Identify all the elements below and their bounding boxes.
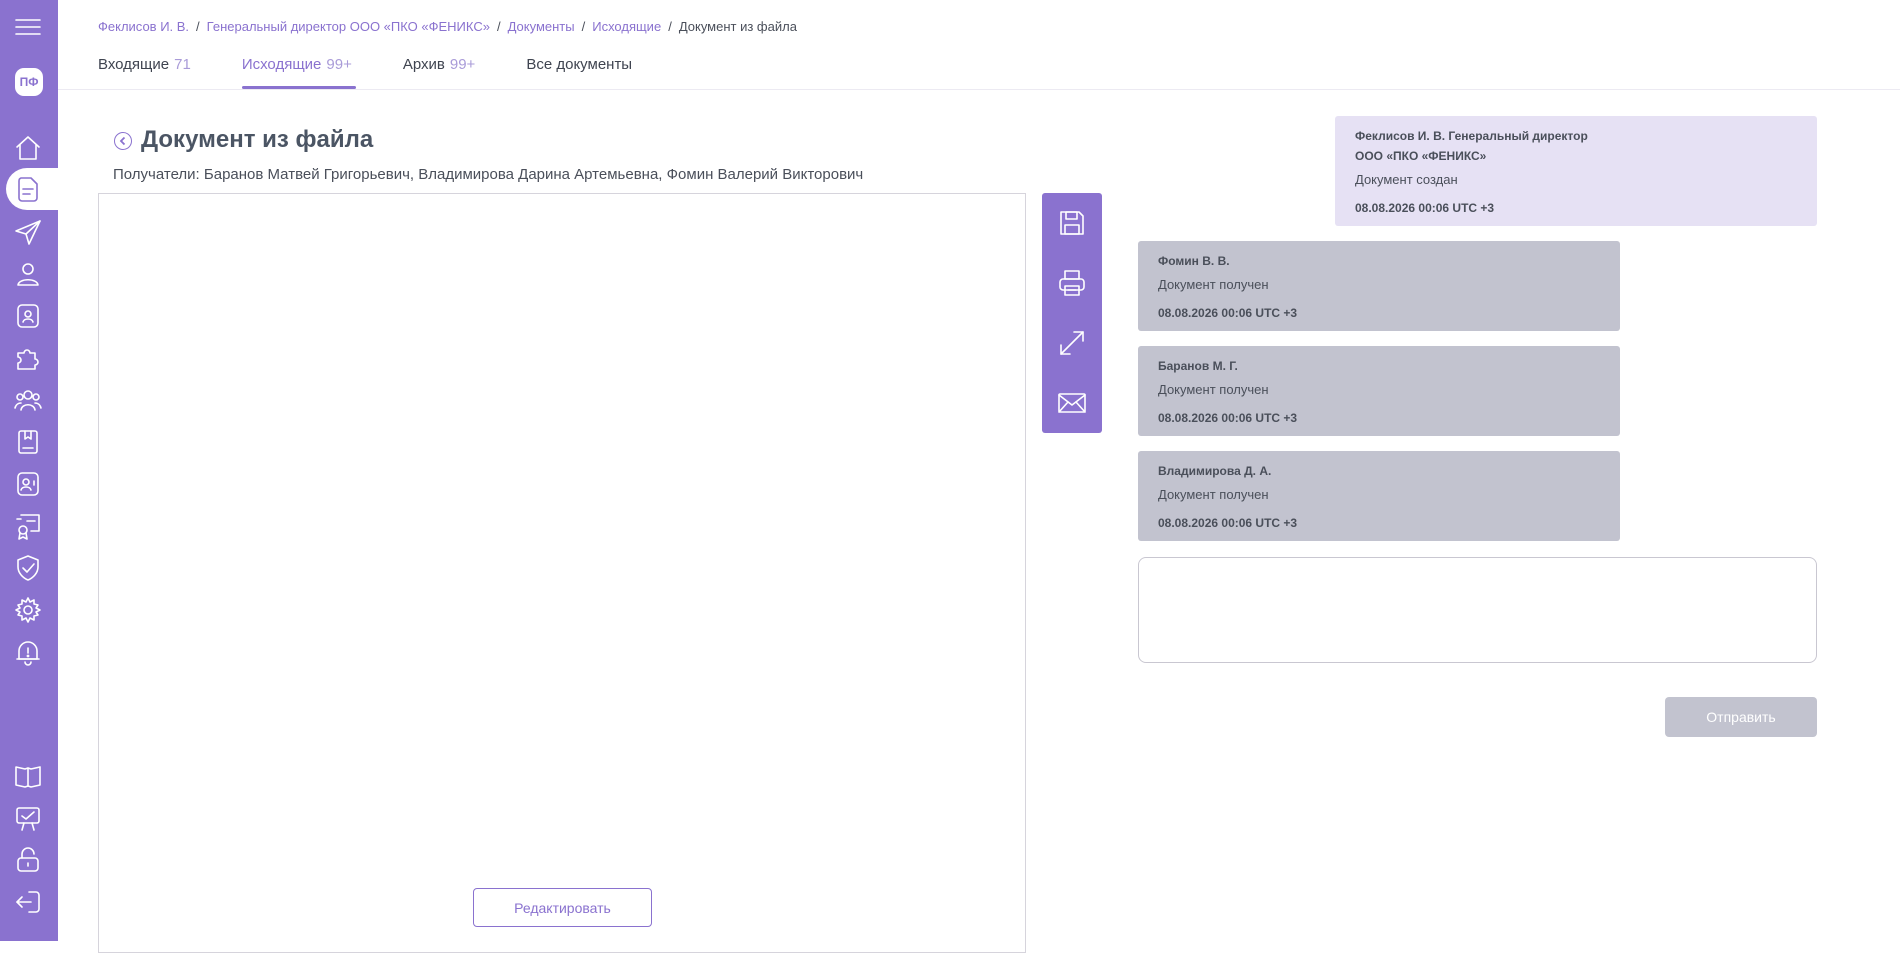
- save-icon[interactable]: [1055, 206, 1089, 240]
- group-icon[interactable]: [10, 382, 46, 418]
- home-icon[interactable]: [10, 130, 46, 166]
- history-author: Владимирова Д. А.: [1158, 464, 1272, 478]
- tab-incoming[interactable]: Входящие 71: [98, 56, 191, 90]
- document-toolbar: [1042, 193, 1102, 433]
- contact-icon[interactable]: [10, 466, 46, 502]
- tab-bar: Входящие 71 Исходящие 99+ Архив 99+ Все док…: [98, 56, 683, 90]
- tabs-divider: [58, 89, 1900, 90]
- bell-icon[interactable]: [10, 634, 46, 670]
- tab-count: 99+: [326, 56, 352, 73]
- history-author-org: ООО «ПКО «ФЕНИКС»: [1355, 149, 1487, 163]
- history-author: Феклисов И. В. Генеральный директор: [1355, 129, 1588, 143]
- history-status: Документ получен: [1158, 277, 1269, 292]
- back-button[interactable]: [114, 132, 132, 150]
- tab-archive[interactable]: Архив 99+: [403, 56, 475, 90]
- tab-count: 99+: [449, 56, 476, 73]
- tab-all-documents[interactable]: Все документы: [526, 56, 632, 90]
- print-icon[interactable]: [1055, 266, 1089, 300]
- breadcrumb-current: Документ из файла: [678, 19, 797, 34]
- page-title: Документ из файла: [141, 126, 374, 153]
- settings-icon[interactable]: [10, 592, 46, 628]
- shield-icon[interactable]: [10, 550, 46, 586]
- badge-icon[interactable]: [10, 298, 46, 334]
- recipients-text: Получатели: Баранов Матвей Григорьевич, …: [113, 166, 864, 183]
- edit-button[interactable]: Редактировать: [473, 888, 652, 927]
- send-button[interactable]: Отправить: [1665, 697, 1817, 737]
- history-status: Документ получен: [1158, 382, 1269, 397]
- menu-icon[interactable]: [10, 9, 46, 45]
- send-icon[interactable]: [10, 214, 46, 250]
- history-status: Документ получен: [1158, 487, 1269, 502]
- history-author: Баранов М. Г.: [1158, 359, 1238, 373]
- history-time: 08.08.2026 00:06 UTC +3: [1158, 306, 1298, 320]
- certificate-icon[interactable]: [10, 508, 46, 544]
- user-icon[interactable]: [10, 256, 46, 292]
- history-card: Владимирова Д. А. Документ получен 08.08…: [1138, 451, 1620, 541]
- breadcrumb-item[interactable]: Документы: [508, 19, 575, 34]
- tab-count: 71: [174, 56, 191, 73]
- document-viewer[interactable]: [98, 193, 1026, 953]
- sidebar: ПФ: [0, 0, 58, 941]
- logout-icon[interactable]: [10, 884, 46, 920]
- breadcrumb: Феклисов И. В. / Генеральный директор ООО …: [98, 19, 797, 34]
- puzzle-icon[interactable]: [10, 340, 46, 376]
- history-author: Фомин В. В.: [1158, 254, 1230, 268]
- book-icon[interactable]: [10, 424, 46, 460]
- chevron-left-icon: [119, 136, 126, 146]
- mail-icon[interactable]: [1055, 386, 1089, 420]
- documents-icon[interactable]: [10, 171, 46, 207]
- avatar[interactable]: ПФ: [15, 68, 43, 96]
- history-status: Документ создан: [1355, 172, 1458, 187]
- comment-input[interactable]: [1138, 557, 1817, 663]
- tab-outgoing[interactable]: Исходящие 99+: [241, 56, 356, 90]
- history-card: Баранов М. Г. Документ получен 08.08.202…: [1138, 346, 1620, 436]
- breadcrumb-item[interactable]: Феклисов И. В.: [98, 19, 189, 34]
- history-time: 08.08.2026 00:06 UTC +3: [1355, 201, 1495, 215]
- history-time: 08.08.2026 00:06 UTC +3: [1158, 516, 1298, 530]
- expand-icon[interactable]: [1055, 326, 1089, 360]
- breadcrumb-item[interactable]: Исходящие: [592, 19, 661, 34]
- guide-icon[interactable]: [10, 758, 46, 794]
- breadcrumb-item[interactable]: Генеральный директор ООО «ПКО «ФЕНИКС»: [207, 19, 490, 34]
- history-card-own: Феклисов И. В. Генеральный директор ООО …: [1335, 116, 1817, 226]
- lock-icon[interactable]: [10, 842, 46, 878]
- history-card: Фомин В. В. Документ получен 08.08.2026 …: [1138, 241, 1620, 331]
- support-icon[interactable]: [10, 800, 46, 836]
- history-time: 08.08.2026 00:06 UTC +3: [1158, 411, 1298, 425]
